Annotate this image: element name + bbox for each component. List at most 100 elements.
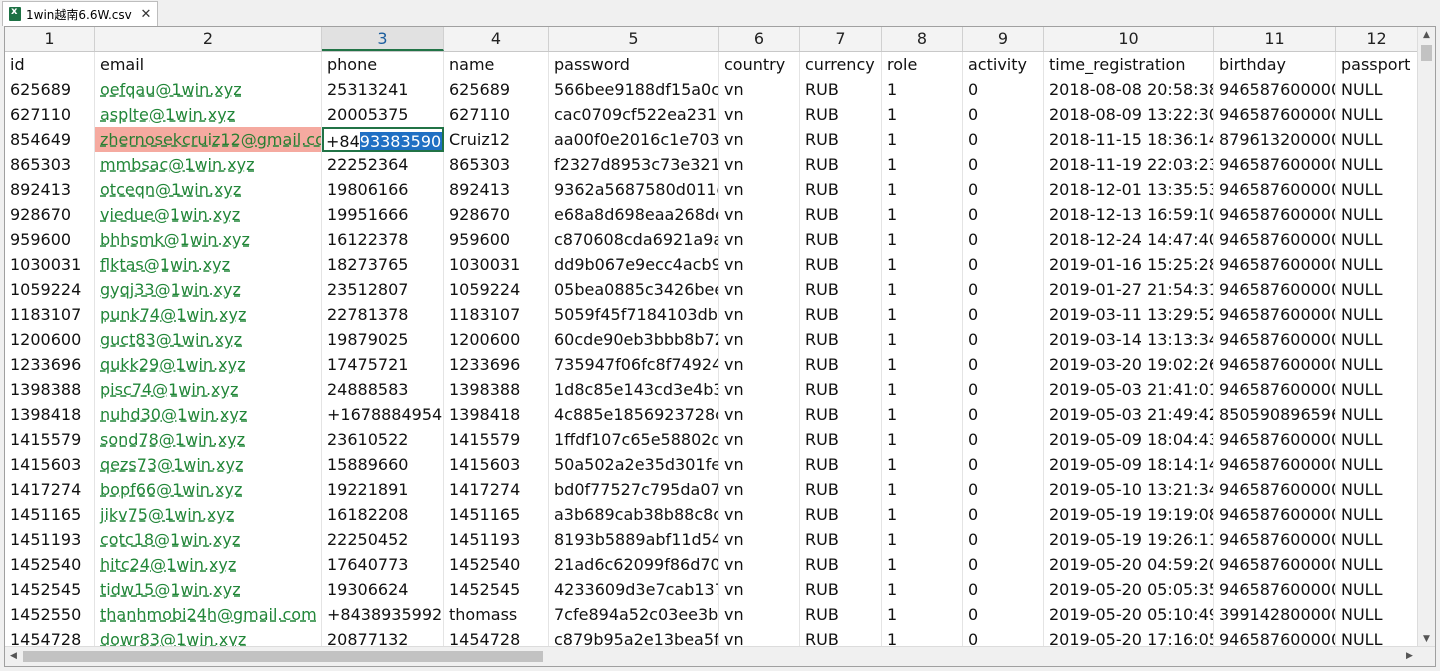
cell-birthday[interactable]: 946587600000 — [1214, 277, 1336, 302]
cell-birthday[interactable]: 946587600000 — [1214, 227, 1336, 252]
cell-birthday[interactable]: 850590896596 — [1214, 402, 1336, 427]
cell-country[interactable]: vn — [719, 577, 800, 602]
horizontal-scrollbar[interactable]: ◀ ▶ — [5, 646, 1435, 666]
cell-time-registration[interactable]: 2018-08-08 20:58:38 — [1044, 77, 1214, 102]
cell-id[interactable]: 1059224 — [5, 277, 95, 302]
cell-email[interactable]: bhhsmk@1win.xyz — [95, 227, 322, 252]
cell-time-registration[interactable]: 2018-08-09 13:22:30 — [1044, 102, 1214, 127]
cell-currency[interactable]: RUB — [800, 577, 882, 602]
cell-role[interactable]: 1 — [882, 227, 963, 252]
cell-passport[interactable]: NULL — [1336, 327, 1418, 352]
cell-time-registration[interactable]: 2019-05-03 21:49:42 — [1044, 402, 1214, 427]
cell-email[interactable]: gyqj33@1win.xyz — [95, 277, 322, 302]
cell-time-registration[interactable]: 2019-05-19 19:26:11 — [1044, 527, 1214, 552]
cell-passport[interactable]: NULL — [1336, 552, 1418, 577]
cell-country[interactable]: vn — [719, 77, 800, 102]
cell-name[interactable]: 1451193 — [444, 527, 549, 552]
cell-birthday[interactable]: 946587600000 — [1214, 627, 1336, 646]
cell-country[interactable]: vn — [719, 477, 800, 502]
cell-id[interactable]: 1451165 — [5, 502, 95, 527]
cell-password[interactable]: 4233609d3e7cab137f — [549, 577, 719, 602]
cell-role[interactable]: 1 — [882, 302, 963, 327]
cell-phone[interactable]: 19951666 — [322, 202, 444, 227]
cell-password[interactable]: 566bee9188df15a0c8 — [549, 77, 719, 102]
cell-role[interactable]: 1 — [882, 202, 963, 227]
cell-time-registration[interactable]: 2019-05-20 04:59:20 — [1044, 552, 1214, 577]
cell-name[interactable]: 928670 — [444, 202, 549, 227]
cell-birthday[interactable]: 946587600000 — [1214, 577, 1336, 602]
cell-role[interactable]: 1 — [882, 602, 963, 627]
cell-password[interactable]: 7cfe894a52c03ee3b1d — [549, 602, 719, 627]
column-header-3[interactable]: 3 — [322, 27, 444, 51]
cell-time-registration[interactable]: 2019-05-09 18:04:43 — [1044, 427, 1214, 452]
cell-country[interactable]: vn — [719, 102, 800, 127]
cell-activity[interactable]: 0 — [963, 527, 1044, 552]
cell-birthday[interactable]: 946587600000 — [1214, 327, 1336, 352]
cell-password[interactable]: dd9b067e9ecc4acb98 — [549, 252, 719, 277]
cell-name[interactable]: 1030031 — [444, 252, 549, 277]
cell-name[interactable]: 1415603 — [444, 452, 549, 477]
cell-passport[interactable]: NULL — [1336, 277, 1418, 302]
cell-activity[interactable]: 0 — [963, 427, 1044, 452]
cell-role[interactable]: 1 — [882, 377, 963, 402]
cell-password[interactable]: cac0709cf522ea231b6 — [549, 102, 719, 127]
cell-password[interactable]: 1d8c85e143cd3e4b3a — [549, 377, 719, 402]
cell-activity[interactable]: 0 — [963, 602, 1044, 627]
cell-id[interactable]: 928670 — [5, 202, 95, 227]
cell-email[interactable]: asplte@1win.xyz — [95, 102, 322, 127]
cell-activity[interactable]: 0 — [963, 502, 1044, 527]
cell-role[interactable]: 1 — [882, 277, 963, 302]
cell-country[interactable]: vn — [719, 527, 800, 552]
cell-phone[interactable]: 24888583 — [322, 377, 444, 402]
cell-id[interactable]: 892413 — [5, 177, 95, 202]
cell-id[interactable]: 1452550 — [5, 602, 95, 627]
scroll-right-icon[interactable]: ▶ — [1401, 647, 1418, 666]
cell-id[interactable]: 1398388 — [5, 377, 95, 402]
cell-passport[interactable]: NULL — [1336, 302, 1418, 327]
cell-currency[interactable]: RUB — [800, 327, 882, 352]
column-header-11[interactable]: 11 — [1214, 27, 1336, 51]
cell-name[interactable]: 1452545 — [444, 577, 549, 602]
cell-name[interactable]: thomass — [444, 602, 549, 627]
cell-phone[interactable]: phone — [322, 52, 444, 77]
cell-country[interactable]: vn — [719, 277, 800, 302]
cell-birthday[interactable]: 946587600000 — [1214, 527, 1336, 552]
cell-country[interactable]: vn — [719, 252, 800, 277]
cell-activity[interactable]: 0 — [963, 227, 1044, 252]
cell-activity[interactable]: 0 — [963, 377, 1044, 402]
cell-time-registration[interactable]: 2019-05-20 17:16:05 — [1044, 627, 1214, 646]
vertical-scrollbar[interactable]: ▲ ▼ — [1417, 27, 1435, 648]
cell-name[interactable]: 1183107 — [444, 302, 549, 327]
cell-name[interactable]: 1233696 — [444, 352, 549, 377]
cell-id[interactable]: 627110 — [5, 102, 95, 127]
cell-name[interactable]: Cruiz12 — [444, 127, 549, 152]
cell-currency[interactable]: RUB — [800, 352, 882, 377]
cell-currency[interactable]: RUB — [800, 102, 882, 127]
cell-password[interactable]: c870608cda6921a9a6 — [549, 227, 719, 252]
cell-id[interactable]: 1451193 — [5, 527, 95, 552]
cell-phone[interactable]: 15889660 — [322, 452, 444, 477]
column-header-5[interactable]: 5 — [549, 27, 719, 51]
cell-email[interactable]: sond78@1win.xyz — [95, 427, 322, 452]
cell-country[interactable]: vn — [719, 627, 800, 646]
column-header-10[interactable]: 10 — [1044, 27, 1214, 51]
cell-time-registration[interactable]: 2019-05-10 13:21:34 — [1044, 477, 1214, 502]
cell-role[interactable]: 1 — [882, 252, 963, 277]
cell-name[interactable]: 1454728 — [444, 627, 549, 646]
cell-activity[interactable]: 0 — [963, 577, 1044, 602]
cell-activity[interactable]: activity — [963, 52, 1044, 77]
cell-country[interactable]: vn — [719, 502, 800, 527]
cell-id[interactable]: 854649 — [5, 127, 95, 152]
cell-name[interactable]: 892413 — [444, 177, 549, 202]
cell-time-registration[interactable]: 2018-12-24 14:47:40 — [1044, 227, 1214, 252]
cell-email[interactable]: tidw15@1win.xyz — [95, 577, 322, 602]
cell-country[interactable]: country — [719, 52, 800, 77]
cell-email[interactable]: qukk29@1win.xyz — [95, 352, 322, 377]
column-header-8[interactable]: 8 — [882, 27, 963, 51]
scroll-left-icon[interactable]: ◀ — [5, 647, 22, 666]
scroll-up-icon[interactable]: ▲ — [1418, 27, 1435, 44]
cell-time-registration[interactable]: 2019-03-11 13:29:52 — [1044, 302, 1214, 327]
cell-email[interactable]: dowr83@1win.xyz — [95, 627, 322, 646]
cell-password[interactable]: 50a502a2e35d301fe0 — [549, 452, 719, 477]
cell-email[interactable]: hitc24@1win.xyz — [95, 552, 322, 577]
